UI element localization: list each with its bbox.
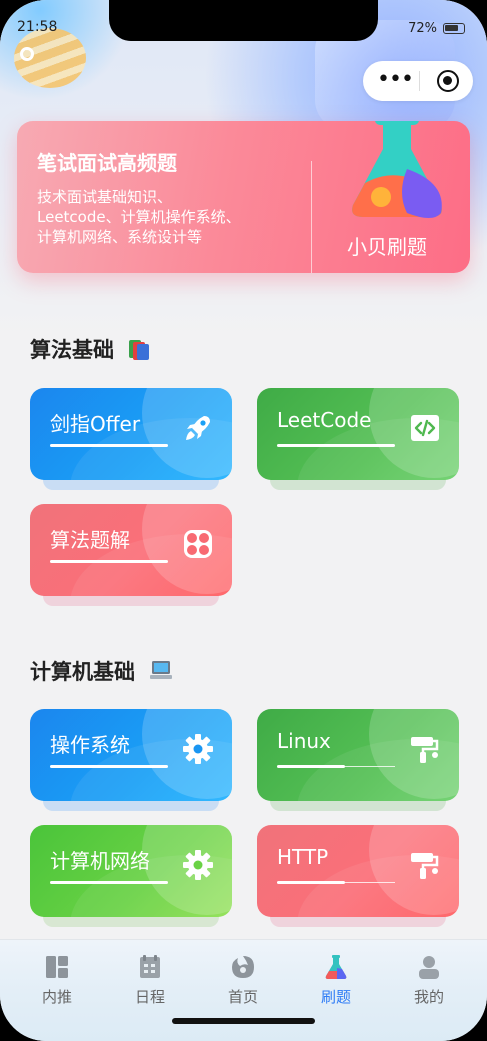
home-icon xyxy=(232,956,254,978)
hero-banner[interactable]: 笔试面试高频题 技术面试基础知识、 Leetcode、计算机操作系统、 计算机网… xyxy=(17,121,470,273)
capsule-divider xyxy=(419,71,420,91)
laptop-icon xyxy=(150,661,172,679)
flask-icon xyxy=(325,955,347,979)
paint-roller-icon xyxy=(411,737,439,763)
status-battery: 72% xyxy=(408,21,465,36)
card-underline xyxy=(50,560,168,563)
card-computer-network[interactable]: 计算机网络 xyxy=(30,825,232,917)
tab-label: 刷题 xyxy=(320,988,351,1006)
calendar-icon xyxy=(140,955,160,978)
battery-level: 72% xyxy=(408,21,437,36)
status-time: 21:58 xyxy=(17,19,58,35)
rocket-icon xyxy=(186,416,210,440)
card-http[interactable]: HTTP xyxy=(257,825,459,917)
section-title-algo: 算法基础 xyxy=(30,334,114,364)
card-underline xyxy=(50,444,168,447)
books-icon xyxy=(129,340,149,360)
device-notch xyxy=(109,0,378,41)
card-underline xyxy=(277,444,395,447)
card-label: 操作系统 xyxy=(50,733,130,757)
code-icon xyxy=(411,415,439,441)
section-title-text: 算法基础 xyxy=(30,338,114,362)
tab-label: 内推 xyxy=(41,988,72,1006)
dashboard-icon xyxy=(46,956,68,978)
card-underline xyxy=(277,881,345,884)
tab-referral[interactable]: 内推 xyxy=(22,954,92,1007)
card-underline xyxy=(50,881,168,884)
card-underline xyxy=(277,765,345,768)
card-underline xyxy=(50,765,168,768)
flask-logo-icon xyxy=(352,121,442,218)
banner-divider xyxy=(311,161,312,273)
user-icon xyxy=(419,956,439,979)
card-linux[interactable]: Linux xyxy=(257,709,459,801)
card-offer[interactable]: 剑指Offer xyxy=(30,388,232,480)
section-title-cs: 计算机基础 xyxy=(30,656,135,686)
loading-ring-icon xyxy=(20,47,34,61)
tab-practice[interactable]: 刷题 xyxy=(301,954,371,1007)
close-program-icon[interactable] xyxy=(437,70,459,92)
card-label: Linux xyxy=(277,729,331,753)
battery-icon xyxy=(443,23,465,34)
card-label: LeetCode xyxy=(277,408,372,432)
mini-program-capsule: ••• xyxy=(363,61,473,101)
banner-desc-line: Leetcode、计算机操作系统、 xyxy=(37,208,241,226)
card-leetcode[interactable]: LeetCode xyxy=(257,388,459,480)
tab-schedule[interactable]: 日程 xyxy=(115,954,185,1007)
grid-icon xyxy=(184,530,212,558)
card-label: 算法题解 xyxy=(50,528,130,552)
tab-profile[interactable]: 我的 xyxy=(394,954,464,1007)
tab-label: 我的 xyxy=(413,988,444,1006)
card-label: HTTP xyxy=(277,845,329,869)
card-label: 剑指Offer xyxy=(50,412,141,436)
gear-icon xyxy=(183,850,213,880)
bottom-tab-bar: 内推 日程 首页 刷题 我的 xyxy=(0,939,487,1041)
banner-brand: 小贝刷题 xyxy=(347,235,427,259)
tab-label: 日程 xyxy=(134,988,165,1006)
more-icon[interactable]: ••• xyxy=(377,67,414,92)
banner-desc-line: 技术面试基础知识、 xyxy=(37,188,173,206)
paint-roller-icon xyxy=(411,853,439,879)
tab-label: 首页 xyxy=(227,988,258,1006)
banner-title: 笔试面试高频题 xyxy=(37,151,177,175)
banner-desc-line: 计算机网络、系统设计等 xyxy=(37,228,203,246)
tab-home[interactable]: 首页 xyxy=(208,954,278,1007)
section-title-text: 计算机基础 xyxy=(30,660,135,684)
card-label: 计算机网络 xyxy=(50,849,150,873)
banner-description: 技术面试基础知识、 Leetcode、计算机操作系统、 计算机网络、系统设计等 xyxy=(37,187,287,247)
app-screen: 21:58 72% ••• 笔试面试高频题 技术面试基础知识、 Leetcode… xyxy=(0,0,487,1041)
gear-icon xyxy=(183,734,213,764)
home-indicator[interactable] xyxy=(172,1018,315,1024)
card-operating-system[interactable]: 操作系统 xyxy=(30,709,232,801)
card-algorithm-solutions[interactable]: 算法题解 xyxy=(30,504,232,596)
